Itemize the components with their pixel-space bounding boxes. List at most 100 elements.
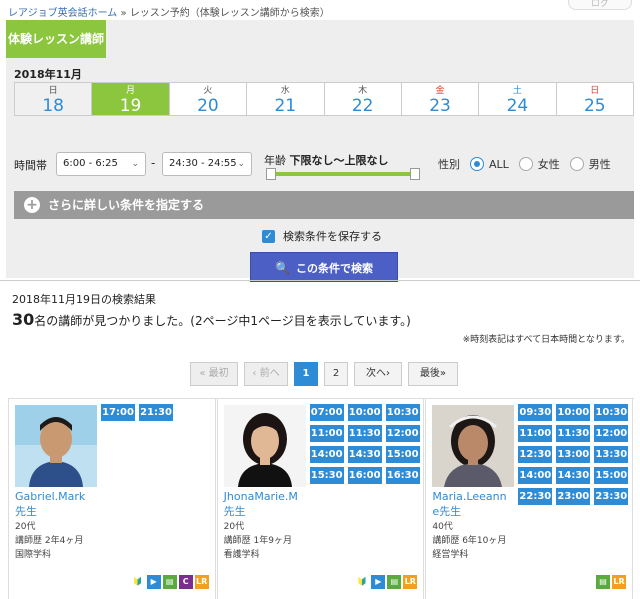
teacher-card: JhonaMarie.M先生 20代 講師歴 1年9ヶ月 看護学科 07:00 … bbox=[216, 399, 425, 599]
pager-next[interactable]: 次へ› bbox=[354, 362, 402, 386]
time-slot-button[interactable]: 16:00 bbox=[347, 467, 382, 484]
time-slot-button[interactable]: 14:00 bbox=[309, 446, 344, 463]
results-count-text: 名の講師が見つかりました。(2ページ中1ページ目を表示しています。) bbox=[34, 314, 411, 328]
day-cell[interactable]: 木 22 bbox=[323, 83, 401, 116]
search-icon: 🔍 bbox=[275, 261, 290, 275]
teacher-photo[interactable] bbox=[15, 405, 97, 487]
more-conditions-toggle[interactable]: + さらに詳しい条件を指定する bbox=[14, 191, 634, 219]
material-icon: ▤ bbox=[162, 575, 177, 589]
time-slot-button[interactable]: 12:00 bbox=[594, 425, 629, 442]
teacher-photo[interactable] bbox=[223, 405, 306, 487]
day-cell[interactable]: 日 18 bbox=[15, 83, 92, 116]
teacher-career: 講師歴 1年9ヶ月 bbox=[223, 536, 292, 546]
age-max-handle[interactable] bbox=[410, 168, 420, 180]
teacher-photo[interactable] bbox=[432, 405, 515, 487]
teacher-name-link[interactable]: Gabriel.Mark先生 bbox=[15, 489, 93, 519]
time-range-separator: - bbox=[151, 156, 156, 170]
time-slot-button[interactable]: 10:30 bbox=[385, 404, 420, 421]
time-slot-button[interactable]: 09:30 bbox=[518, 404, 553, 421]
pager-prev[interactable]: ‹ 前へ bbox=[244, 362, 288, 386]
pager-page-2[interactable]: 2 bbox=[324, 362, 348, 386]
day-number: 23 bbox=[429, 96, 451, 116]
age-label: 年齢 bbox=[264, 154, 286, 167]
time-slot-button[interactable]: 21:30 bbox=[139, 404, 173, 421]
day-number: 20 bbox=[197, 96, 219, 116]
teacher-age: 20代 bbox=[223, 522, 245, 532]
time-from-value: 6:00 - 6:25 bbox=[63, 158, 118, 169]
time-to-value: 24:30 - 24:55 bbox=[169, 158, 237, 169]
time-slot-button[interactable]: 13:30 bbox=[594, 446, 629, 463]
time-slot-button[interactable]: 23:00 bbox=[556, 488, 591, 505]
time-slot-button[interactable]: 15:00 bbox=[594, 467, 629, 484]
date-selector: 日 18 月 19 火 20 水 21 木 22 金 23 土 24 日 25 bbox=[14, 82, 634, 116]
day-number: 25 bbox=[583, 96, 606, 116]
time-slot-button[interactable]: 10:00 bbox=[556, 404, 591, 421]
chevron-down-icon: ⌄ bbox=[131, 159, 139, 169]
time-slot-button[interactable]: 23:30 bbox=[594, 488, 629, 505]
day-cell[interactable]: 火 20 bbox=[168, 83, 246, 116]
c-badge-icon: C bbox=[178, 575, 193, 589]
radio-icon bbox=[569, 157, 584, 171]
time-slot-button[interactable]: 10:30 bbox=[594, 404, 629, 421]
plus-icon: + bbox=[24, 197, 40, 213]
lr-badge-icon: LR bbox=[194, 575, 209, 589]
time-slot-button[interactable]: 17:00 bbox=[101, 404, 135, 421]
more-conditions-label: さらに詳しい条件を指定する bbox=[48, 198, 205, 212]
breadcrumb-home-link[interactable]: レアジョブ英会話ホーム bbox=[8, 8, 117, 19]
time-slot-button[interactable]: 14:30 bbox=[347, 446, 382, 463]
search-button[interactable]: 🔍 この条件で検索 bbox=[250, 252, 398, 282]
teacher-card: Gabriel.Mark先生 20代 講師歴 2年4ヶ月 国際学科 17:00 … bbox=[8, 399, 216, 599]
age-min-handle[interactable] bbox=[266, 168, 276, 180]
teacher-career: 講師歴 6年10ヶ月 bbox=[432, 536, 507, 546]
teacher-name-link[interactable]: JhonaMarie.M先生 bbox=[224, 489, 302, 519]
login-button[interactable]: ログ bbox=[568, 0, 632, 10]
time-slot-button[interactable]: 11:00 bbox=[309, 425, 344, 442]
age-range-slider[interactable] bbox=[266, 168, 420, 180]
beginner-icon: 🔰 bbox=[130, 575, 145, 589]
time-to-select[interactable]: 24:30 - 24:55 ⌄ bbox=[162, 152, 252, 176]
time-slot-button[interactable]: 12:30 bbox=[518, 446, 553, 463]
time-slot-button[interactable]: 11:30 bbox=[347, 425, 382, 442]
panel-tab-trial-teachers[interactable]: 体験レッスン講師 bbox=[6, 20, 106, 58]
day-cell[interactable]: 水 21 bbox=[246, 83, 323, 116]
pager-last[interactable]: 最後» bbox=[408, 362, 458, 386]
time-from-select[interactable]: 6:00 - 6:25 ⌄ bbox=[56, 152, 146, 176]
gender-label: 性別 bbox=[438, 158, 460, 171]
day-cell[interactable]: 金 23 bbox=[400, 83, 478, 116]
timezone-note: ※時刻表記はすべて日本時間となります。 bbox=[462, 335, 630, 345]
search-panel: 体験レッスン講師 2018年11月 日 18 月 19 火 20 水 21 木 22 金2… bbox=[6, 20, 634, 282]
time-slot-button[interactable]: 11:00 bbox=[518, 425, 553, 442]
teacher-name-link[interactable]: Maria.Leeanne先生 bbox=[432, 489, 510, 519]
gender-radio-male[interactable]: 男性 bbox=[569, 156, 611, 172]
time-slot-button[interactable]: 07:00 bbox=[309, 404, 344, 421]
time-slot-button[interactable]: 11:30 bbox=[556, 425, 591, 442]
results-count: 30 bbox=[12, 310, 35, 329]
time-slot-button[interactable]: 12:00 bbox=[385, 425, 420, 442]
age-filter: 年齢 下限なし〜上限なし bbox=[264, 152, 389, 168]
search-form: 2018年11月 日 18 月 19 火 20 水 21 木 22 金 23 土 24 日 25… bbox=[6, 58, 634, 282]
save-conditions-checkbox[interactable]: ✓ 検索条件を保存する bbox=[262, 228, 382, 244]
time-slot-button[interactable]: 15:30 bbox=[309, 467, 344, 484]
time-slot-button[interactable]: 13:00 bbox=[556, 446, 591, 463]
time-slot-button[interactable]: 22:30 bbox=[518, 488, 553, 505]
results-summary: 30名の講師が見つかりました。(2ページ中1ページ目を表示しています。) bbox=[12, 310, 411, 329]
gender-radio-all[interactable]: ALL bbox=[470, 157, 509, 171]
feature-badges: 🔰 ▶ ▤ LR bbox=[353, 575, 418, 589]
time-slot-button[interactable]: 15:00 bbox=[385, 446, 420, 463]
time-slot-button[interactable]: 14:30 bbox=[556, 467, 591, 484]
save-conditions-label: 検索条件を保存する bbox=[283, 230, 382, 243]
pager-page-1[interactable]: 1 bbox=[294, 362, 318, 386]
day-cell[interactable]: 土 24 bbox=[478, 83, 555, 116]
time-slot-button[interactable]: 14:00 bbox=[518, 467, 553, 484]
day-cell-selected[interactable]: 月 19 bbox=[91, 83, 169, 116]
checkbox-check-icon: ✓ bbox=[262, 229, 275, 243]
radio-label: ALL bbox=[489, 157, 509, 171]
teacher-list: Gabriel.Mark先生 20代 講師歴 2年4ヶ月 国際学科 17:00 … bbox=[8, 398, 634, 599]
teacher-major: 国際学科 bbox=[15, 550, 52, 560]
day-cell[interactable]: 日 25 bbox=[555, 83, 633, 116]
gender-radio-female[interactable]: 女性 bbox=[518, 156, 560, 172]
time-slot-button[interactable]: 16:30 bbox=[385, 467, 420, 484]
pager-first[interactable]: « 最初 bbox=[190, 362, 238, 386]
teacher-card: Maria.Leeanne先生 40代 講師歴 6年10ヶ月 経営学科 09:3… bbox=[425, 399, 634, 599]
time-slot-button[interactable]: 10:00 bbox=[347, 404, 382, 421]
